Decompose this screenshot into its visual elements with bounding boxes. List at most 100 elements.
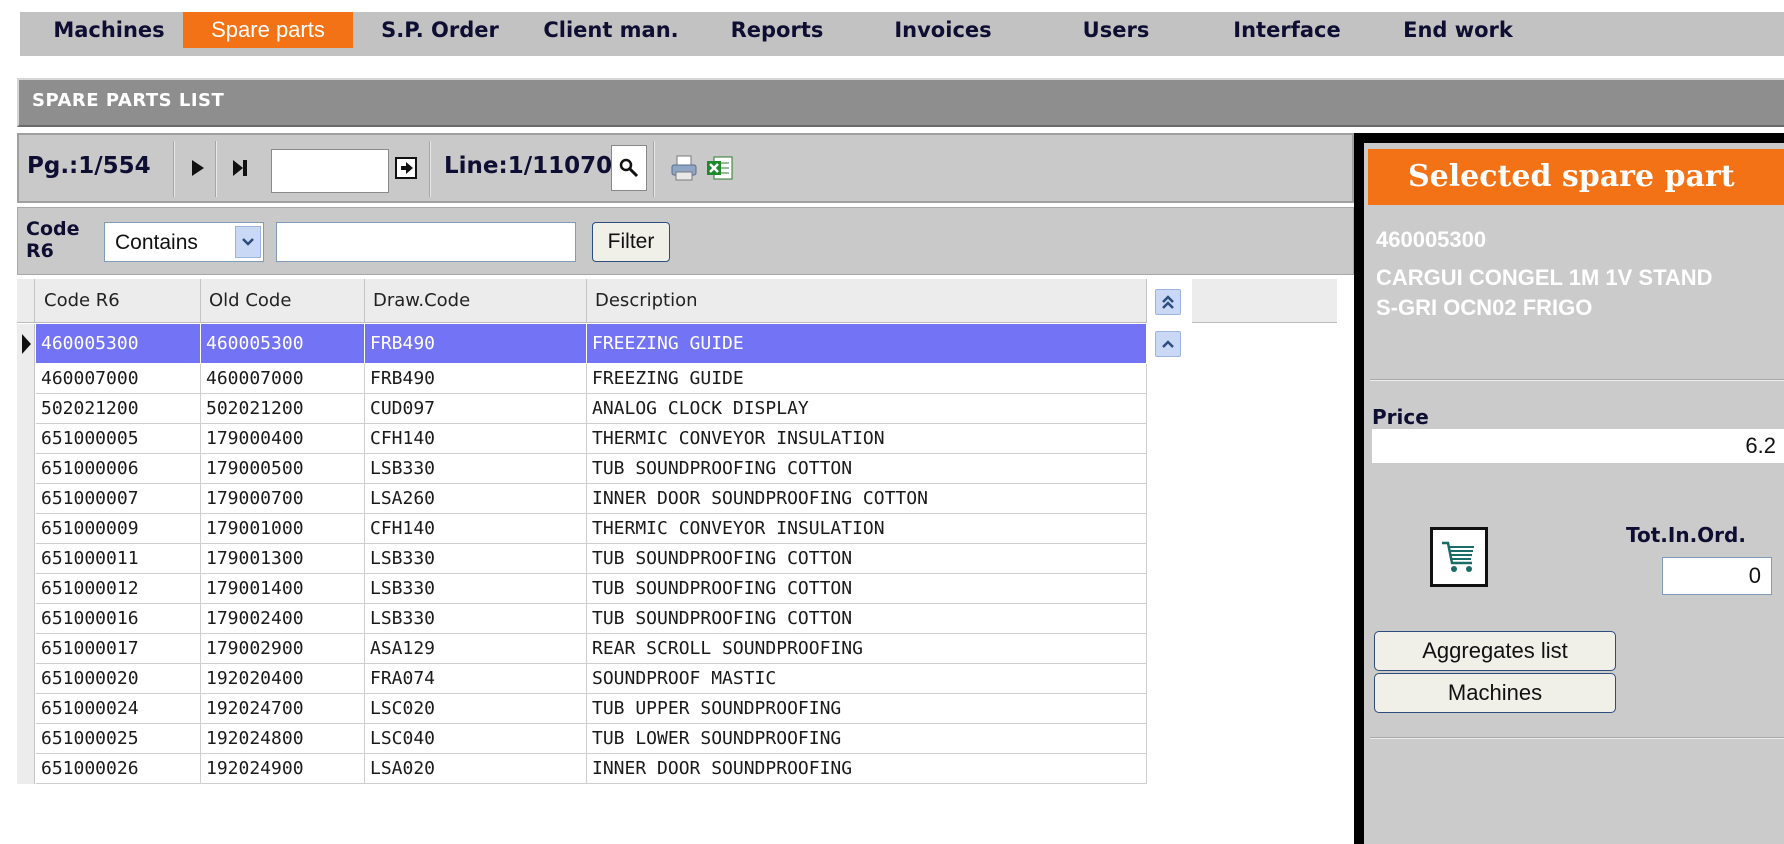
- cell-draw-code[interactable]: LSB330: [365, 454, 587, 484]
- cell-code-r6[interactable]: 651000007: [36, 484, 201, 514]
- cell-old-code[interactable]: 179000400: [201, 424, 365, 454]
- row-indicator[interactable]: [17, 394, 35, 424]
- machines-button[interactable]: Machines: [1374, 673, 1616, 713]
- cell-draw-code[interactable]: LSA020: [365, 754, 587, 784]
- cell-old-code[interactable]: 460007000: [201, 364, 365, 394]
- cell-description[interactable]: INNER DOOR SOUNDPROOFING COTTON: [587, 484, 1147, 514]
- table-row[interactable]: 651000020 192020400 FRA074 SOUNDPROOF MASTI…: [17, 664, 1337, 694]
- cell-description[interactable]: TUB SOUNDPROOFING COTTON: [587, 454, 1147, 484]
- table-row[interactable]: 502021200 502021200 CUD097 ANALOG CLOCK DIS…: [17, 394, 1337, 424]
- aggregates-list-button[interactable]: Aggregates list: [1374, 631, 1616, 671]
- table-row[interactable]: 651000017 179002900 ASA129 REAR SCROLL SOUN…: [17, 634, 1337, 664]
- add-to-cart-button[interactable]: [1430, 527, 1488, 587]
- cell-old-code[interactable]: 192024800: [201, 724, 365, 754]
- row-indicator[interactable]: [17, 514, 35, 544]
- cell-description[interactable]: ANALOG CLOCK DISPLAY: [587, 394, 1147, 424]
- nav-spare-parts[interactable]: Spare parts: [183, 12, 353, 48]
- search-line-button[interactable]: [611, 145, 647, 191]
- nav-sp-order[interactable]: S.P. Order: [365, 12, 515, 48]
- cell-old-code[interactable]: 502021200: [201, 394, 365, 424]
- table-row[interactable]: 651000016 179002400 LSB330 TUB SOUNDPROOFIN…: [17, 604, 1337, 634]
- cell-description[interactable]: TUB SOUNDPROOFING COTTON: [587, 574, 1147, 604]
- cell-draw-code[interactable]: LSB330: [365, 604, 587, 634]
- cell-description[interactable]: TUB SOUNDPROOFING COTTON: [587, 604, 1147, 634]
- scroll-up-button[interactable]: [1155, 331, 1181, 357]
- cell-old-code[interactable]: 192024900: [201, 754, 365, 784]
- nav-client-man[interactable]: Client man.: [525, 12, 697, 48]
- cell-draw-code[interactable]: FRB490: [365, 364, 587, 394]
- filter-button[interactable]: Filter: [592, 222, 670, 262]
- nav-machines[interactable]: Machines: [44, 12, 174, 48]
- cell-draw-code[interactable]: LSC020: [365, 694, 587, 724]
- table-row-selected[interactable]: 460005300 460005300 FRB490 FREEZING GUIDE: [17, 324, 1337, 364]
- cell-code-r6[interactable]: 460007000: [36, 364, 201, 394]
- nav-reports[interactable]: Reports: [717, 12, 837, 48]
- filter-mode-select[interactable]: Contains: [104, 222, 264, 262]
- cell-old-code[interactable]: 460005300: [201, 324, 365, 364]
- row-indicator[interactable]: [17, 484, 35, 514]
- cell-draw-code[interactable]: FRA074: [365, 664, 587, 694]
- cell-old-code[interactable]: 179001000: [201, 514, 365, 544]
- cell-old-code[interactable]: 179000700: [201, 484, 365, 514]
- nav-interface[interactable]: Interface: [1220, 12, 1354, 48]
- chevron-down-icon[interactable]: [235, 226, 261, 258]
- table-row[interactable]: 460007000 460007000 FRB490 FREEZING GUIDE: [17, 364, 1337, 394]
- cell-code-r6[interactable]: 651000012: [36, 574, 201, 604]
- cell-old-code[interactable]: 179002400: [201, 604, 365, 634]
- cell-description[interactable]: SOUNDPROOF MASTIC: [587, 664, 1147, 694]
- cell-code-r6[interactable]: 651000020: [36, 664, 201, 694]
- cell-draw-code[interactable]: ASA129: [365, 634, 587, 664]
- column-header-draw-code[interactable]: Draw.Code: [365, 279, 587, 323]
- column-header-description[interactable]: Description: [587, 279, 1147, 323]
- cell-code-r6[interactable]: 651000016: [36, 604, 201, 634]
- cell-description[interactable]: FREEZING GUIDE: [587, 364, 1147, 394]
- cell-code-r6[interactable]: 651000024: [36, 694, 201, 724]
- cell-old-code[interactable]: 192024700: [201, 694, 365, 724]
- table-row[interactable]: 651000005 179000400 CFH140 THERMIC CONVEYOR…: [17, 424, 1337, 454]
- cell-description[interactable]: FREEZING GUIDE: [587, 324, 1147, 364]
- cell-draw-code[interactable]: CUD097: [365, 394, 587, 424]
- excel-export-button[interactable]: [703, 145, 737, 191]
- row-indicator[interactable]: [17, 454, 35, 484]
- row-indicator[interactable]: [17, 574, 35, 604]
- cell-old-code[interactable]: 179001300: [201, 544, 365, 574]
- cell-description[interactable]: THERMIC CONVEYOR INSULATION: [587, 514, 1147, 544]
- row-indicator[interactable]: [17, 324, 35, 364]
- row-indicator[interactable]: [17, 694, 35, 724]
- cell-description[interactable]: TUB LOWER SOUNDPROOFING: [587, 724, 1147, 754]
- cell-draw-code[interactable]: FRB490: [365, 324, 587, 364]
- cell-description[interactable]: TUB SOUNDPROOFING COTTON: [587, 544, 1147, 574]
- cell-old-code[interactable]: 179000500: [201, 454, 365, 484]
- cell-code-r6[interactable]: 651000017: [36, 634, 201, 664]
- page-number-input[interactable]: [271, 149, 389, 193]
- table-row[interactable]: 651000007 179000700 LSA260 INNER DOOR SOUND…: [17, 484, 1337, 514]
- last-page-button[interactable]: [225, 145, 255, 191]
- row-indicator[interactable]: [17, 754, 35, 784]
- cell-draw-code[interactable]: CFH140: [365, 424, 587, 454]
- cell-description[interactable]: REAR SCROLL SOUNDPROOFING: [587, 634, 1147, 664]
- table-row[interactable]: 651000006 179000500 LSB330 TUB SOUNDPROOFIN…: [17, 454, 1337, 484]
- cell-code-r6[interactable]: 651000026: [36, 754, 201, 784]
- table-row[interactable]: 651000009 179001000 CFH140 THERMIC CONVEYOR…: [17, 514, 1337, 544]
- table-row[interactable]: 651000012 179001400 LSB330 TUB SOUNDPROOFIN…: [17, 574, 1337, 604]
- cell-draw-code[interactable]: CFH140: [365, 514, 587, 544]
- print-button[interactable]: [667, 145, 701, 191]
- table-row[interactable]: 651000011 179001300 LSB330 TUB SOUNDPROOFIN…: [17, 544, 1337, 574]
- row-indicator[interactable]: [17, 424, 35, 454]
- go-to-page-button[interactable]: [391, 145, 421, 191]
- nav-end-work[interactable]: End work: [1392, 12, 1524, 48]
- cell-code-r6[interactable]: 460005300: [36, 324, 201, 364]
- cell-draw-code[interactable]: LSA260: [365, 484, 587, 514]
- table-row[interactable]: 651000024 192024700 LSC020 TUB UPPER SOUNDP…: [17, 694, 1337, 724]
- next-page-button[interactable]: [183, 145, 213, 191]
- cell-code-r6[interactable]: 651000006: [36, 454, 201, 484]
- cell-draw-code[interactable]: LSB330: [365, 574, 587, 604]
- row-indicator[interactable]: [17, 544, 35, 574]
- row-indicator[interactable]: [17, 634, 35, 664]
- column-header-code-r6[interactable]: Code R6: [36, 279, 201, 323]
- row-indicator[interactable]: [17, 364, 35, 394]
- cell-code-r6[interactable]: 651000005: [36, 424, 201, 454]
- row-indicator[interactable]: [17, 664, 35, 694]
- table-row[interactable]: 651000026 192024900 LSA020 INNER DOOR SOUND…: [17, 754, 1337, 784]
- scroll-to-top-button[interactable]: [1155, 289, 1181, 315]
